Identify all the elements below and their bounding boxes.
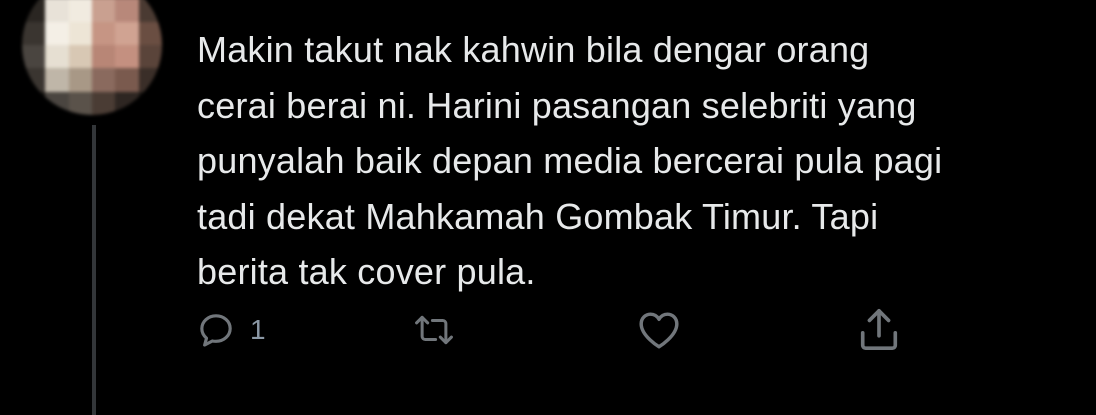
like-button[interactable] [637,310,681,350]
tweet-text-line: Makin takut nak kahwin bila dengar orang [197,29,870,70]
share-button[interactable] [856,306,902,354]
share-icon [856,306,902,354]
avatar[interactable] [22,0,162,115]
tweet-text-line: berita tak cover pula. [197,251,536,292]
tweet-actions: 1 [0,306,1096,356]
tweet-text-line: tadi dekat Mahkamah Gombak Timur. Tapi [197,195,879,237]
reply-button[interactable]: 1 [196,310,266,350]
tweet-text-line: cerai berai ni. Harini pasangan selebrit… [197,84,917,126]
reply-icon [196,310,236,350]
tweet-text: Makin takut nak kahwin bila dengar orang… [197,22,1057,300]
heart-icon [637,310,681,350]
reply-count: 1 [250,314,266,345]
tweet-text-line: punyalah baik depan media bercerai pula … [197,140,943,181]
retweet-icon [411,311,457,349]
thread-line [92,125,96,415]
retweet-button[interactable] [411,311,457,349]
